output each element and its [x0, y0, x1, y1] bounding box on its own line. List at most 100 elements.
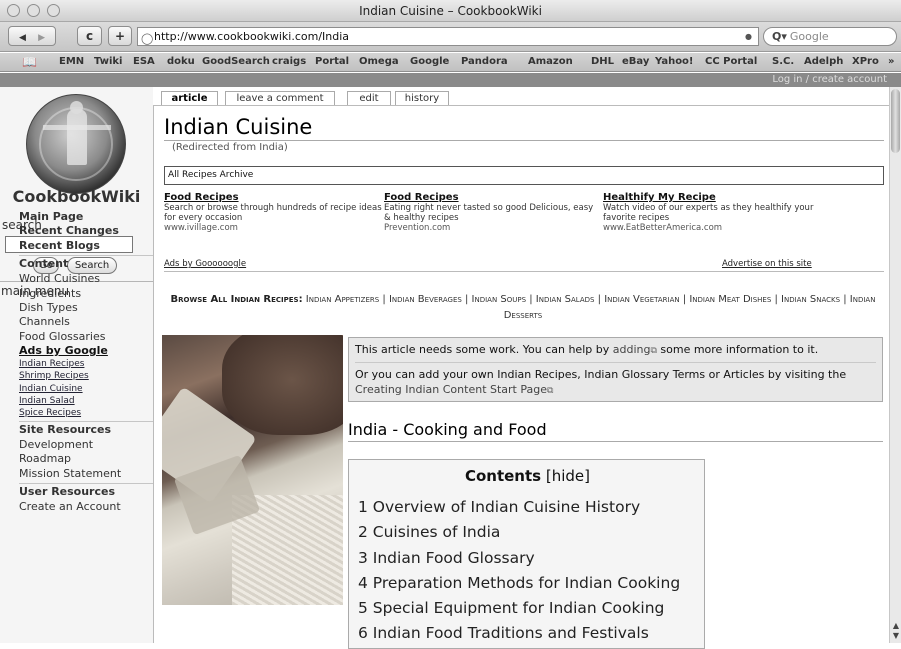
- bookmark-item[interactable]: Twiki: [94, 53, 122, 71]
- bookmark-item[interactable]: Pandora: [461, 53, 508, 71]
- scroll-arrows-icon[interactable]: ▲ ▼: [891, 621, 901, 641]
- sidebar-item[interactable]: Indian Cuisine: [19, 383, 153, 395]
- bookmark-item[interactable]: DHL: [591, 53, 614, 71]
- bookmark-item[interactable]: GoodSearch: [202, 53, 270, 71]
- bookmarks-book-icon[interactable]: 📖: [22, 53, 37, 71]
- browse-link[interactable]: Indian Salads: [536, 294, 595, 305]
- sidebar-item[interactable]: Roadmap: [19, 452, 153, 466]
- sidebar-item[interactable]: Food Glossaries: [19, 330, 153, 344]
- recipes-archive-link[interactable]: All Recipes Archive: [164, 166, 884, 185]
- bookmark-item[interactable]: Portal: [315, 53, 349, 71]
- tab-article[interactable]: article: [161, 91, 218, 106]
- tab-history[interactable]: history: [395, 91, 449, 106]
- toc-item[interactable]: 4 Preparation Methods for Indian Cooking: [358, 571, 680, 596]
- sidebar-item[interactable]: World Cuisines: [19, 272, 153, 286]
- browse-link[interactable]: Indian Vegetarian: [604, 294, 679, 305]
- bookmark-item[interactable]: Omega: [359, 53, 399, 71]
- browse-link[interactable]: Indian Beverages: [389, 294, 462, 305]
- ad-url[interactable]: www.EatBetterAmerica.com: [603, 223, 843, 233]
- google-search-field[interactable]: Q▾ Google: [763, 27, 897, 46]
- browse-link[interactable]: Indian Snacks: [781, 294, 840, 305]
- sidebar-item[interactable]: Development: [19, 438, 153, 452]
- sidebar-item: Site Resources: [19, 421, 153, 438]
- window-title: Indian Cuisine – CookbookWiki: [359, 4, 542, 18]
- sidebar-item[interactable]: Recent Blogs: [19, 239, 153, 253]
- bookmark-item[interactable]: Google: [410, 53, 449, 71]
- sidebar-item[interactable]: Ads by Google: [19, 344, 153, 358]
- ads-by-google-link[interactable]: Ads by Goooooogle: [164, 259, 246, 269]
- search-placeholder: Google: [789, 30, 829, 43]
- browse-link[interactable]: Indian Meat Dishes: [689, 294, 771, 305]
- toc-item[interactable]: 5 Special Equipment for Indian Cooking: [358, 596, 680, 621]
- adding-link[interactable]: adding: [613, 343, 651, 356]
- sidebar-item[interactable]: Recent Changes: [19, 224, 153, 238]
- browse-link[interactable]: Indian Soups: [472, 294, 527, 305]
- back-icon[interactable]: ◀: [19, 33, 26, 43]
- main-content: Indian Cuisine (Redirected from India) A…: [153, 105, 889, 649]
- sidebar-nav: Main Page Recent Changes Recent Blogs Conte…: [19, 210, 153, 515]
- address-bar[interactable]: ◯ http://www.cookbookwiki.com/India ●: [137, 27, 759, 46]
- site-logo[interactable]: [26, 94, 126, 194]
- notice-line-2: Or you can add your own Indian Recipes, …: [355, 368, 847, 381]
- redirect-link[interactable]: India: [259, 142, 284, 153]
- stub-notice: This article needs some work. You can he…: [348, 337, 883, 402]
- sidebar-item[interactable]: Mission Statement: [19, 467, 153, 481]
- notice-text: some more information to it.: [656, 343, 819, 356]
- advertise-link[interactable]: Advertise on this site: [722, 259, 812, 269]
- sidebar-item[interactable]: Dish Types: [19, 301, 153, 315]
- sidebar-item[interactable]: Main Page: [19, 210, 153, 224]
- ad-block[interactable]: Healthify My Recipe Watch video of our e…: [603, 192, 843, 233]
- toc-list: 1 Overview of Indian Cuisine History 2 Cu…: [358, 495, 680, 647]
- sidebar-item[interactable]: Spice Recipes: [19, 407, 153, 419]
- sidebar-item[interactable]: Create an Account: [19, 500, 153, 514]
- bookmark-item[interactable]: eBay: [622, 53, 649, 71]
- bookmark-item[interactable]: craigs: [272, 53, 306, 71]
- address-text: http://www.cookbookwiki.com/India: [154, 30, 350, 43]
- bookmark-item[interactable]: doku: [167, 53, 195, 71]
- bookmark-item[interactable]: CC Portal: [705, 53, 757, 71]
- ads-divider: [164, 271, 884, 272]
- ad-title[interactable]: Food Recipes: [164, 192, 384, 203]
- bookmark-item[interactable]: XPro: [852, 53, 879, 71]
- browse-separator: |: [840, 294, 850, 305]
- bookmark-item[interactable]: S.C.: [772, 53, 794, 71]
- reload-button[interactable]: c: [77, 26, 102, 46]
- sidebar-item[interactable]: Channels: [19, 315, 153, 329]
- tab-edit[interactable]: edit: [347, 91, 391, 106]
- sidebar-item[interactable]: Shrimp Recipes: [19, 370, 153, 382]
- ad-block[interactable]: Food Recipes Eating right never tasted s…: [384, 192, 594, 233]
- ad-url[interactable]: www.ivillage.com: [164, 223, 384, 233]
- vertical-scrollbar[interactable]: ▲ ▼: [889, 87, 901, 643]
- toc-item[interactable]: 1 Overview of Indian Cuisine History: [358, 495, 680, 520]
- bookmark-item[interactable]: ESA: [133, 53, 155, 71]
- toc-hide-toggle[interactable]: [hide]: [546, 467, 590, 485]
- browse-link[interactable]: Indian Appetizers: [306, 294, 379, 305]
- ad-block[interactable]: Food Recipes Search or browse through hu…: [164, 192, 384, 233]
- notice-line-3: Creating Indian Content Start Page⧉: [355, 382, 876, 399]
- tab-leave-comment[interactable]: leave a comment: [225, 91, 335, 106]
- toc-item[interactable]: 3 Indian Food Glossary: [358, 546, 680, 571]
- bookmark-item[interactable]: Yahoo!: [655, 53, 694, 71]
- toc-item[interactable]: 2 Cuisines of India: [358, 520, 680, 545]
- ad-title[interactable]: Food Recipes: [384, 192, 594, 203]
- site-name: CookbookWiki: [12, 187, 141, 206]
- bookmark-item[interactable]: EMN: [59, 53, 84, 71]
- sidebar-item[interactable]: Indian Salad: [19, 395, 153, 407]
- plus-icon: +: [114, 29, 126, 43]
- sidebar-item[interactable]: Ingredients: [19, 287, 153, 301]
- creating-content-link[interactable]: Creating Indian Content Start Page: [355, 383, 547, 396]
- forward-icon[interactable]: ▶: [38, 33, 45, 43]
- scrollbar-thumb[interactable]: [891, 89, 900, 153]
- snapback-icon[interactable]: ●: [745, 28, 752, 45]
- ad-title[interactable]: Healthify My Recipe: [603, 192, 843, 203]
- sidebar-item: Content: [19, 255, 153, 272]
- bookmarks-overflow-icon[interactable]: »: [888, 53, 894, 71]
- login-link[interactable]: Log in / create account: [772, 73, 887, 87]
- bookmark-item[interactable]: Adelph: [804, 53, 843, 71]
- sidebar-item[interactable]: Indian Recipes: [19, 358, 153, 370]
- ad-url[interactable]: Prevention.com: [384, 223, 594, 233]
- bookmark-item[interactable]: Amazon: [528, 53, 573, 71]
- add-bookmark-button[interactable]: +: [108, 26, 132, 46]
- back-forward-buttons[interactable]: ◀ ▶: [8, 26, 56, 46]
- section-divider: [348, 441, 883, 442]
